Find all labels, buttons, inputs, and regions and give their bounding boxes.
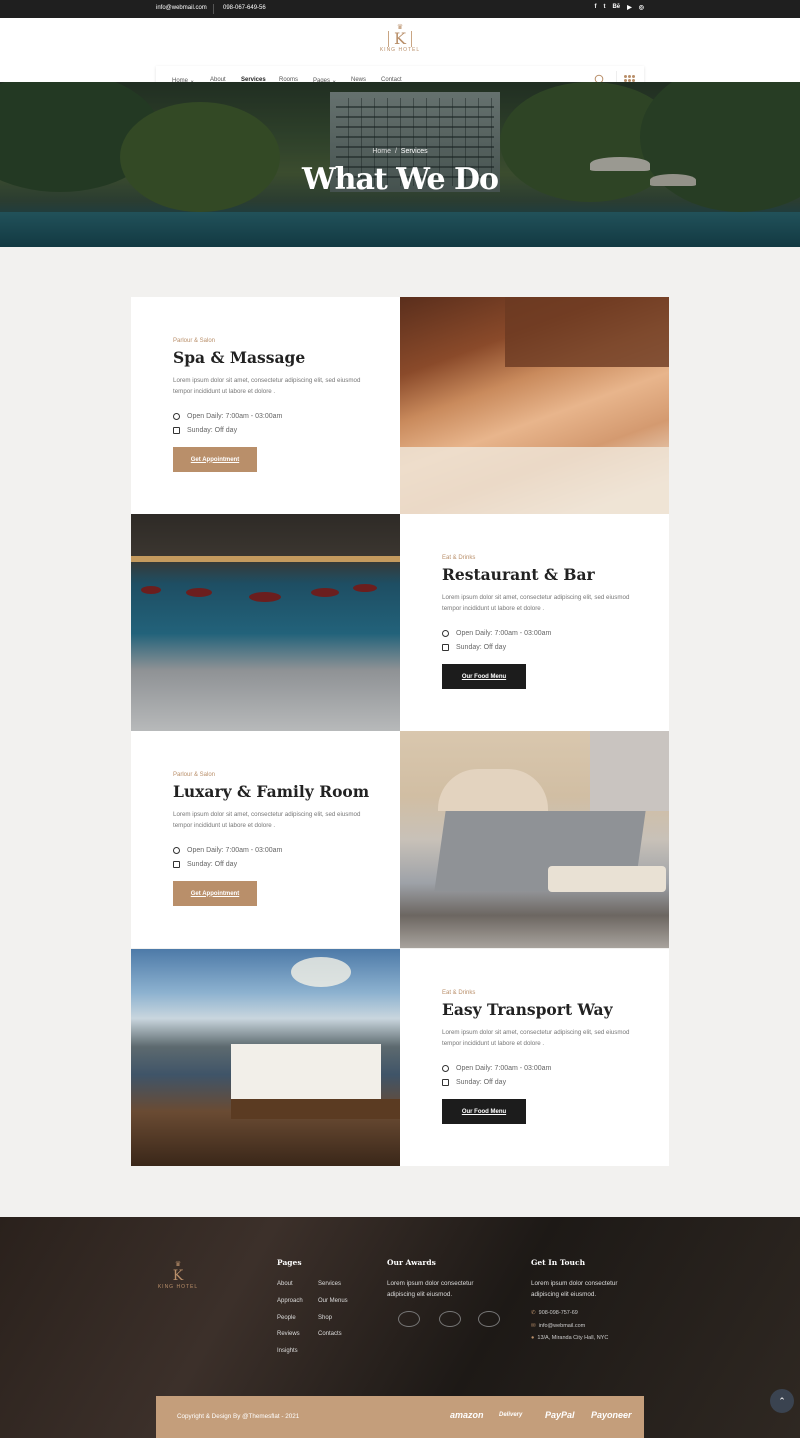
footer-pages-title: Pages <box>277 1258 302 1267</box>
scroll-to-top-button[interactable]: ⌃ <box>770 1389 794 1413</box>
hero-banner: Home / Services What We Do <box>0 82 800 247</box>
calendar-icon <box>173 426 180 434</box>
clock-icon <box>173 846 180 854</box>
service-hours: Open Daily: 7:00am - 03:00am Sunday: Off… <box>442 626 551 654</box>
site-logo[interactable]: ♛ K KING HOTEL <box>376 24 424 60</box>
get-appointment-button[interactable]: Get Appointment <box>173 447 257 472</box>
footer-logo[interactable]: ♛ K KING HOTEL <box>155 1260 201 1290</box>
facebook-icon[interactable]: f <box>594 4 596 11</box>
spa-massage-image <box>400 297 669 514</box>
service-card-transport: Eat & Drinks Easy Transport Way Lorem ip… <box>400 949 669 1166</box>
footer-link[interactable]: People <box>277 1315 296 1321</box>
service-title: Restaurant & Bar <box>442 565 595 584</box>
sunday-hours: Sunday: Off day <box>456 643 507 651</box>
service-category: Eat & Drinks <box>442 990 476 996</box>
food-menu-button[interactable]: Our Food Menu <box>442 1099 526 1124</box>
social-links: f t Bē ▶ ◎ <box>594 4 644 11</box>
top-divider <box>213 4 214 14</box>
sunday-hours: Sunday: Off day <box>456 1078 507 1086</box>
breadcrumb-separator: / <box>393 148 401 155</box>
footer-email[interactable]: ✉ info@webmail.com <box>531 1323 585 1329</box>
behance-icon[interactable]: Bē <box>612 4 620 11</box>
service-category: Parlour & Salon <box>173 338 216 344</box>
instagram-icon[interactable]: ◎ <box>639 4 644 11</box>
delivery-logo: Delivery <box>499 1412 523 1418</box>
footer-link[interactable]: Insights <box>277 1348 298 1354</box>
footer-phone[interactable]: ✆ 908-098-757-69 <box>531 1310 578 1316</box>
service-card-restaurant: Eat & Drinks Restaurant & Bar Lorem ipsu… <box>400 514 669 731</box>
breadcrumb-home[interactable]: Home <box>372 148 391 155</box>
service-hours: Open Daily: 7:00am - 03:00am Sunday: Off… <box>173 843 282 871</box>
open-hours: Open Daily: 7:00am - 03:00am <box>456 629 552 637</box>
top-phone[interactable]: 098-067-649-56 <box>223 5 266 11</box>
service-description: Lorem ipsum dolor sit amet, consectetur … <box>173 811 361 829</box>
open-hours: Open Daily: 7:00am - 03:00am <box>456 1064 552 1072</box>
service-title: Spa & Massage <box>173 348 306 367</box>
clock-icon <box>442 1064 449 1072</box>
logo-name: KING HOTEL <box>157 1284 199 1290</box>
footer-address: ● 13/A, Miranda City Hall, NYC <box>531 1335 609 1341</box>
footer-touch-title: Get In Touch <box>531 1258 586 1267</box>
breadcrumb: Home / Services <box>0 148 800 155</box>
amazon-logo: amazon <box>450 1410 484 1420</box>
footer-link[interactable]: Reviews <box>277 1331 300 1337</box>
location-icon: ● <box>531 1335 535 1341</box>
phone-icon: ✆ <box>531 1310 536 1316</box>
youtube-icon[interactable]: ▶ <box>627 4 632 11</box>
open-hours: Open Daily: 7:00am - 03:00am <box>187 412 283 420</box>
sunday-hours: Sunday: Off day <box>187 860 238 868</box>
service-description: Lorem ipsum dolor sit amet, consectetur … <box>173 377 361 395</box>
service-description: Lorem ipsum dolor sit amet, consectetur … <box>442 594 630 612</box>
logo-name: KING HOTEL <box>379 47 421 53</box>
restaurant-bar-image <box>131 514 400 731</box>
service-category: Parlour & Salon <box>173 772 216 778</box>
copyright-bar: Copyright & Design By @Themesflat - 2021… <box>156 1396 644 1438</box>
award-badge-icon <box>398 1311 420 1327</box>
mail-icon: ✉ <box>531 1323 536 1329</box>
copyright-text: Copyright & Design By @Themesflat - 2021 <box>177 1413 300 1420</box>
footer-link[interactable]: Contacts <box>318 1331 342 1337</box>
service-title: Easy Transport Way <box>442 1000 613 1019</box>
footer-link[interactable]: Approach <box>277 1298 303 1304</box>
family-room-image <box>400 731 669 948</box>
service-hours: Open Daily: 7:00am - 03:00am Sunday: Off… <box>173 409 282 437</box>
payoneer-logo: Payoneer <box>591 1410 632 1420</box>
logo-letter: K <box>172 1268 184 1284</box>
service-hours: Open Daily: 7:00am - 03:00am Sunday: Off… <box>442 1061 551 1089</box>
chevron-up-icon: ⌃ <box>778 1395 786 1406</box>
service-card-spa: Parlour & Salon Spa & Massage Lorem ipsu… <box>131 297 400 514</box>
footer-awards-title: Our Awards <box>387 1258 436 1267</box>
crown-icon: ♛ <box>174 1261 182 1268</box>
footer-touch-text: Lorem ipsum dolor consectetur adipiscing… <box>531 1280 618 1298</box>
footer-link[interactable]: Shop <box>318 1315 332 1321</box>
logo-letter: K <box>388 31 412 47</box>
get-appointment-button[interactable]: Get Appointment <box>173 881 257 906</box>
breadcrumb-current: Services <box>400 148 428 155</box>
calendar-icon <box>442 643 449 651</box>
top-bar: info@webmail.com 098-067-649-56 f t Bē ▶… <box>0 0 800 18</box>
open-hours: Open Daily: 7:00am - 03:00am <box>187 846 283 854</box>
footer-awards-text: Lorem ipsum dolor consectetur adipiscing… <box>387 1280 474 1298</box>
food-menu-button[interactable]: Our Food Menu <box>442 664 526 689</box>
service-description: Lorem ipsum dolor sit amet, consectetur … <box>442 1029 630 1047</box>
page-title: What We Do <box>301 162 499 197</box>
service-title: Luxary & Family Room <box>173 782 370 801</box>
sunday-hours: Sunday: Off day <box>187 426 238 434</box>
service-card-room: Parlour & Salon Luxary & Family Room Lor… <box>131 731 400 948</box>
service-category: Eat & Drinks <box>442 555 476 561</box>
twitter-icon[interactable]: t <box>603 4 605 11</box>
paypal-logo: PayPal <box>545 1410 575 1420</box>
calendar-icon <box>442 1078 449 1086</box>
transport-view-image <box>131 949 400 1166</box>
calendar-icon <box>173 860 180 868</box>
top-email[interactable]: info@webmail.com <box>156 5 207 11</box>
footer-link[interactable]: About <box>277 1281 293 1287</box>
footer-link[interactable]: Our Menus <box>318 1298 348 1304</box>
award-badge-icon <box>478 1311 500 1327</box>
clock-icon <box>173 412 180 420</box>
footer-link[interactable]: Services <box>318 1281 341 1287</box>
award-badge-icon <box>439 1311 461 1327</box>
clock-icon <box>442 629 449 637</box>
